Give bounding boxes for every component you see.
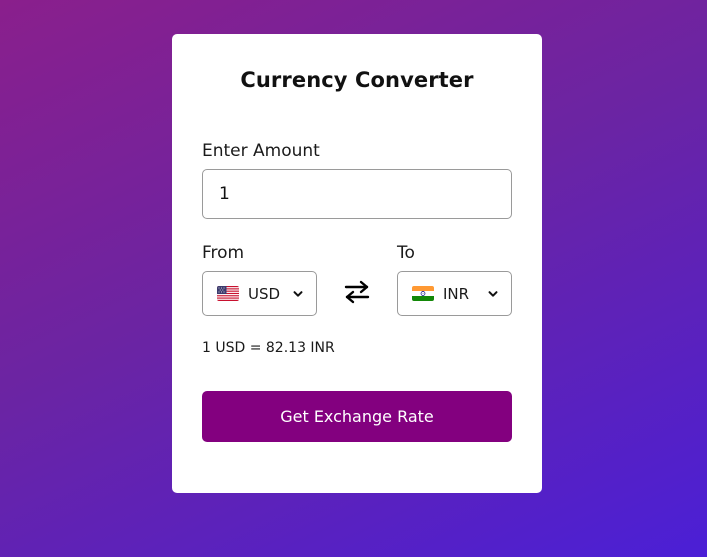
from-currency-select[interactable]: USD: [202, 271, 317, 316]
from-label: From: [202, 243, 245, 263]
india-flag-icon: [412, 286, 434, 301]
us-flag-icon: [217, 286, 239, 301]
get-exchange-rate-button[interactable]: Get Exchange Rate: [202, 391, 512, 442]
to-currency-code: INR: [443, 284, 470, 303]
to-currency-select[interactable]: INR: [397, 271, 512, 316]
amount-label: Enter Amount: [202, 141, 320, 161]
swap-arrows-icon[interactable]: [344, 279, 370, 305]
to-label: To: [397, 243, 415, 263]
chevron-down-icon: [488, 290, 498, 297]
card-title: Currency Converter: [240, 68, 474, 92]
exchange-rate-text: 1 USD = 82.13 INR: [202, 340, 335, 356]
converter-card: Currency Converter Enter Amount From To …: [172, 34, 542, 493]
chevron-down-icon: [293, 290, 303, 297]
amount-input[interactable]: [202, 169, 512, 219]
from-currency-code: USD: [248, 284, 281, 303]
